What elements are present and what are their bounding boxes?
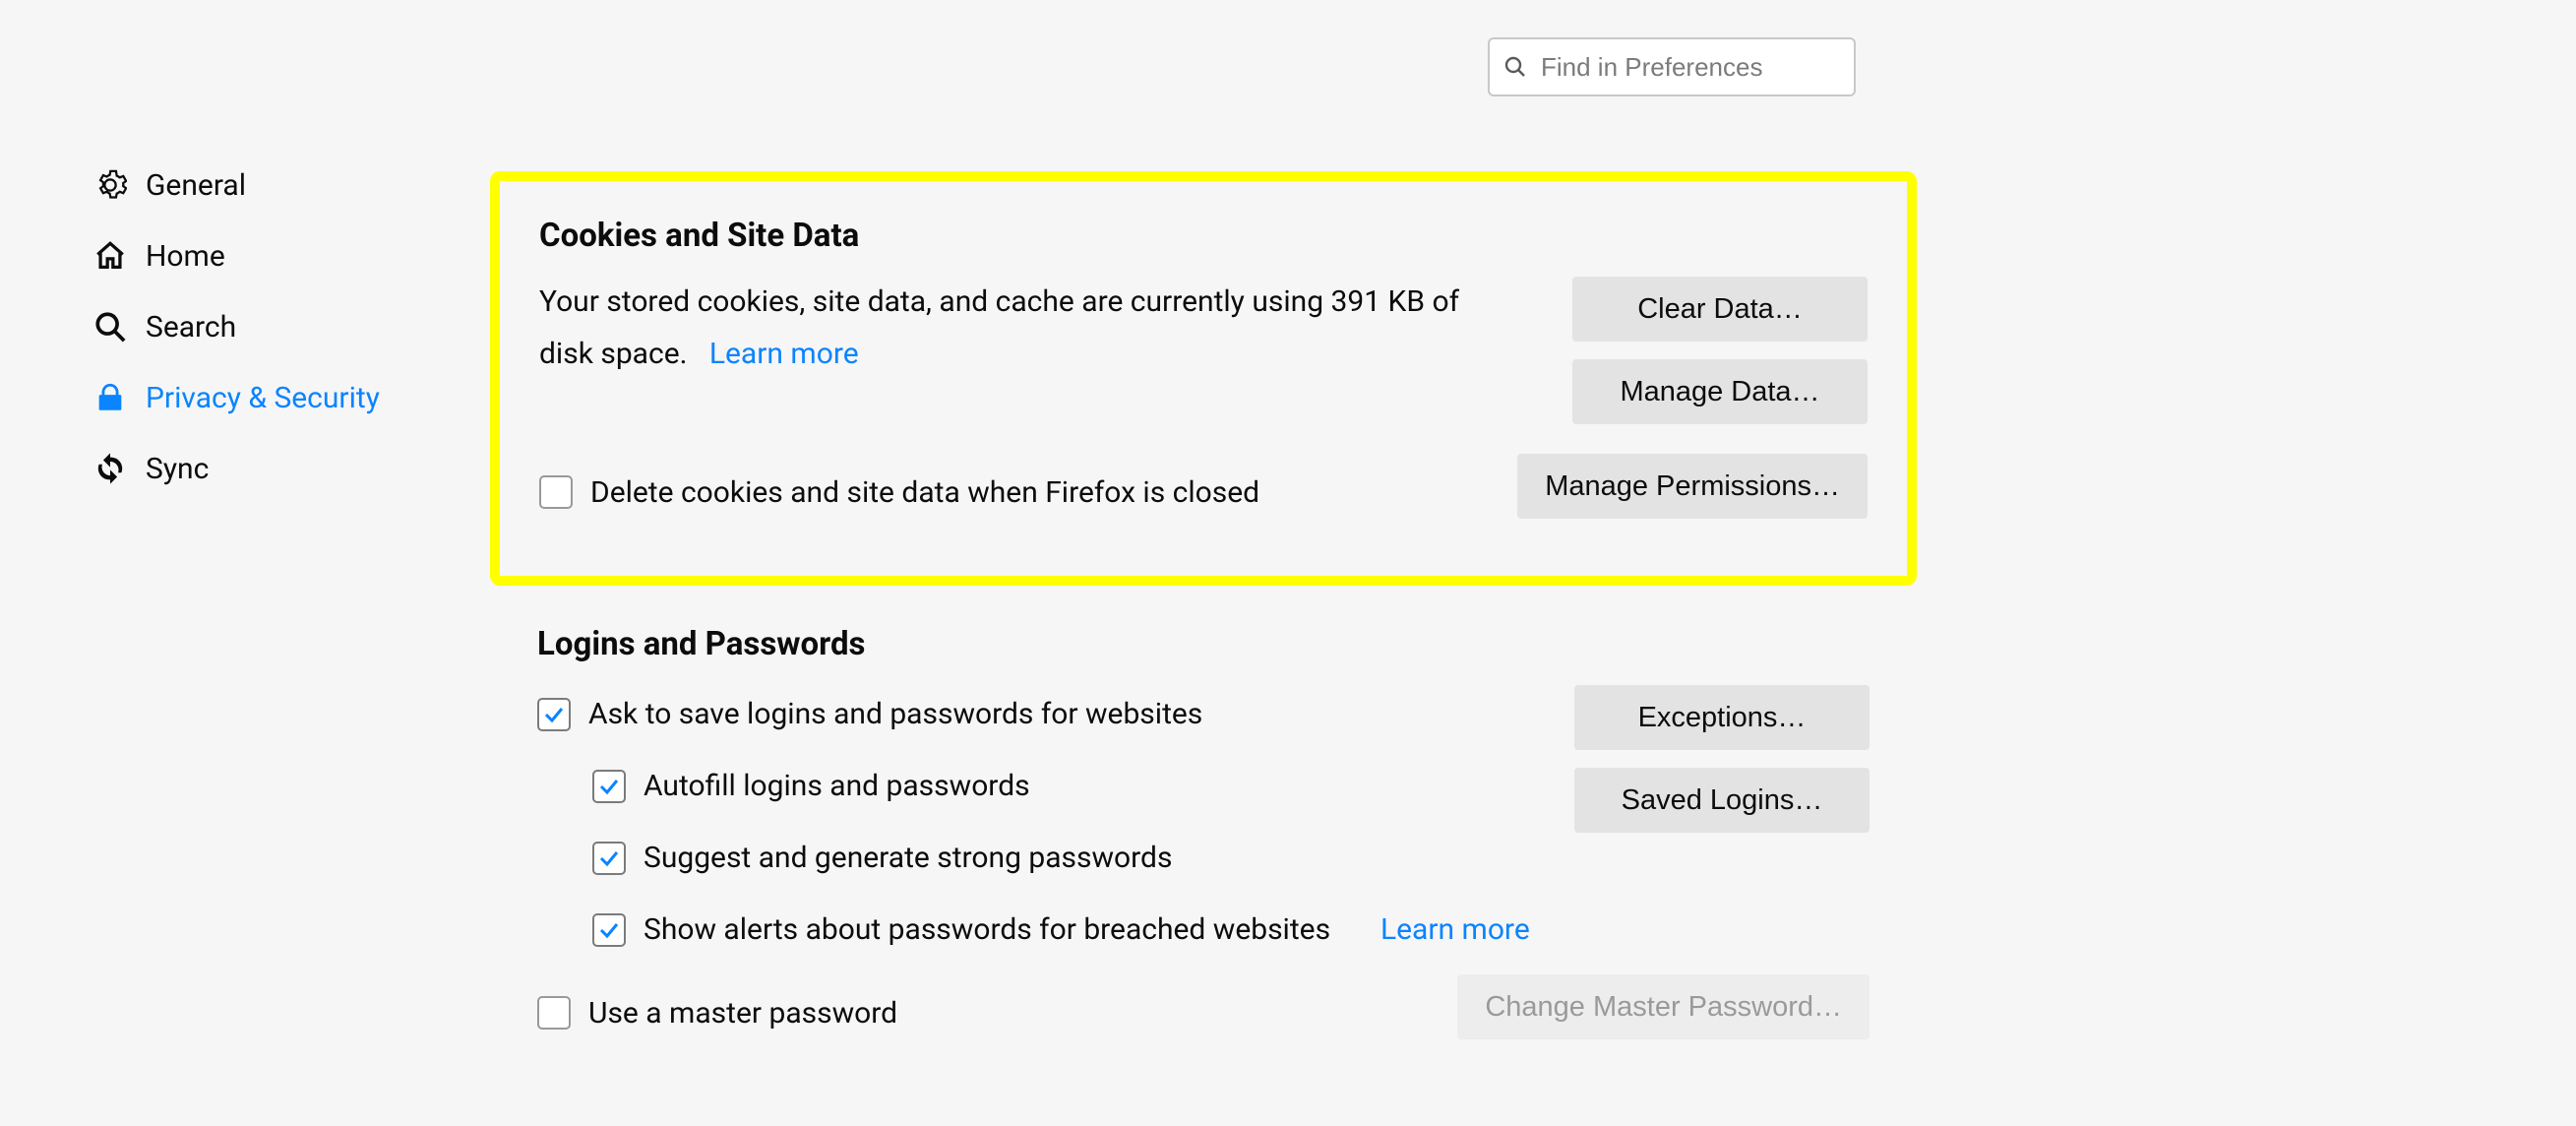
sidebar-item-sync[interactable]: Sync: [92, 433, 447, 504]
home-icon: [92, 238, 128, 274]
sidebar-item-label: Sync: [146, 452, 209, 486]
logins-title: Logins and Passwords: [537, 625, 1870, 663]
saved-logins-button[interactable]: Saved Logins…: [1574, 768, 1870, 833]
gear-icon: [92, 167, 128, 203]
sidebar-item-label: General: [146, 168, 246, 203]
lock-icon: [92, 380, 128, 415]
exceptions-button[interactable]: Exceptions…: [1574, 685, 1870, 750]
cookies-title: Cookies and Site Data: [539, 217, 1868, 255]
sidebar-item-privacy[interactable]: Privacy & Security: [92, 362, 447, 433]
search-input[interactable]: [1488, 37, 1856, 96]
delete-on-close-label: Delete cookies and site data when Firefo…: [590, 475, 1259, 510]
ask-save-label: Ask to save logins and passwords for web…: [588, 697, 1202, 731]
sidebar-item-label: Search: [146, 310, 236, 344]
cookies-learn-more-link[interactable]: Learn more: [709, 337, 859, 371]
use-master-checkbox[interactable]: [537, 996, 571, 1030]
logins-section: Logins and Passwords Ask to save logins …: [490, 625, 1917, 1039]
breach-alerts-label: Show alerts about passwords for breached…: [644, 912, 1330, 947]
logins-learn-more-link[interactable]: Learn more: [1380, 912, 1530, 947]
autofill-label: Autofill logins and passwords: [644, 769, 1030, 803]
change-master-button: Change Master Password…: [1457, 974, 1870, 1039]
manage-permissions-button[interactable]: Manage Permissions…: [1517, 454, 1868, 519]
ask-save-checkbox[interactable]: [537, 698, 571, 731]
suggest-strong-checkbox[interactable]: [592, 842, 626, 875]
sidebar-item-label: Home: [146, 239, 225, 274]
cookies-section: Cookies and Site Data Your stored cookie…: [490, 171, 1917, 586]
search-icon: [92, 309, 128, 344]
main-content: Cookies and Site Data Your stored cookie…: [490, 171, 1917, 1039]
breach-alerts-checkbox[interactable]: [592, 913, 626, 947]
sidebar-item-home[interactable]: Home: [92, 220, 447, 291]
use-master-label: Use a master password: [588, 996, 897, 1031]
cookies-description: Your stored cookies, site data, and cach…: [539, 277, 1484, 380]
cookies-desc-text: Your stored cookies, site data, and cach…: [539, 284, 1459, 371]
sidebar-item-label: Privacy & Security: [146, 381, 380, 415]
sidebar: General Home Search Privacy & Security S…: [92, 150, 447, 504]
sync-icon: [92, 451, 128, 486]
sidebar-item-search[interactable]: Search: [92, 291, 447, 362]
delete-on-close-checkbox[interactable]: [539, 475, 573, 509]
clear-data-button[interactable]: Clear Data…: [1572, 277, 1868, 342]
manage-data-button[interactable]: Manage Data…: [1572, 359, 1868, 424]
suggest-strong-label: Suggest and generate strong passwords: [644, 841, 1172, 875]
autofill-checkbox[interactable]: [592, 770, 626, 803]
sidebar-item-general[interactable]: General: [92, 150, 447, 220]
search-container: [1488, 37, 1856, 96]
